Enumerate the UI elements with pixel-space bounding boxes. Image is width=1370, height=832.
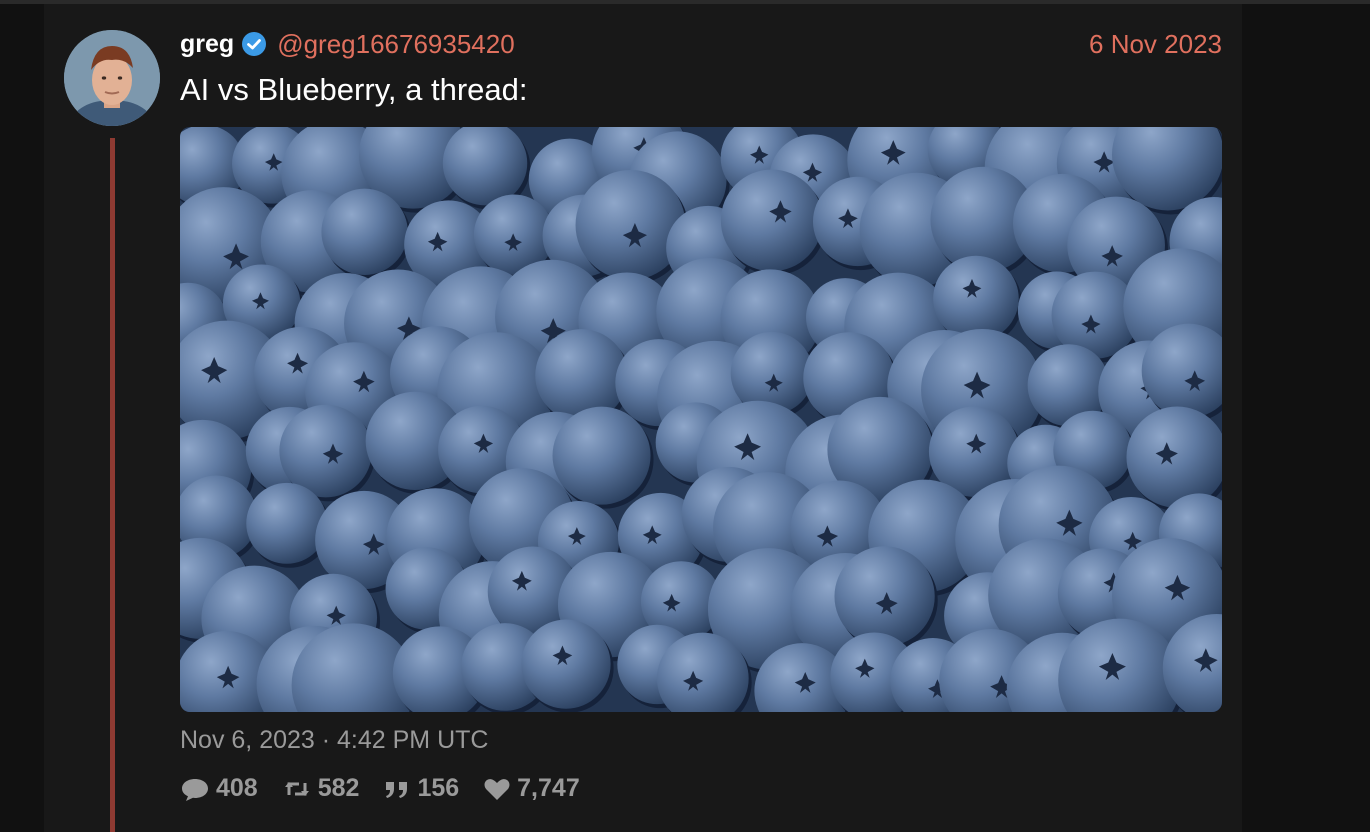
reply-icon: [182, 778, 208, 801]
retweet-stat[interactable]: 582: [282, 774, 360, 803]
like-icon: [484, 778, 510, 800]
display-name[interactable]: greg: [180, 30, 234, 59]
verified-badge-icon: [241, 31, 267, 57]
tweet-text: AI vs Blueberry, a thread:: [180, 72, 528, 107]
tweet-stats: 408 582 156 7,747: [180, 774, 604, 803]
like-count: 7,747: [517, 774, 580, 802]
like-stat[interactable]: 7,747: [483, 774, 580, 803]
page-background-left: [0, 4, 44, 832]
page-background-right: [1242, 4, 1370, 832]
quote-stat[interactable]: 156: [383, 774, 459, 803]
reply-count: 408: [216, 774, 258, 802]
avatar-image: [64, 30, 160, 126]
blueberries-photo: [180, 127, 1222, 712]
retweet-count: 582: [317, 774, 360, 802]
user-handle[interactable]: @greg16676935420: [277, 29, 515, 60]
reply-stat[interactable]: 408: [180, 774, 258, 803]
thread-connector-line: [110, 138, 115, 832]
tweet-header: greg @greg16676935420 6 Nov 2023: [180, 28, 1222, 60]
avatar[interactable]: [64, 30, 160, 126]
tweet-date-link[interactable]: 6 Nov 2023: [1089, 29, 1222, 60]
quote-icon: [386, 781, 408, 798]
quote-count: 156: [417, 774, 460, 802]
retweet-icon: [284, 781, 309, 796]
tweet-timestamp[interactable]: Nov 6, 2023 · 4:42 PM UTC: [180, 726, 488, 755]
tweet-media-image[interactable]: [180, 127, 1222, 712]
